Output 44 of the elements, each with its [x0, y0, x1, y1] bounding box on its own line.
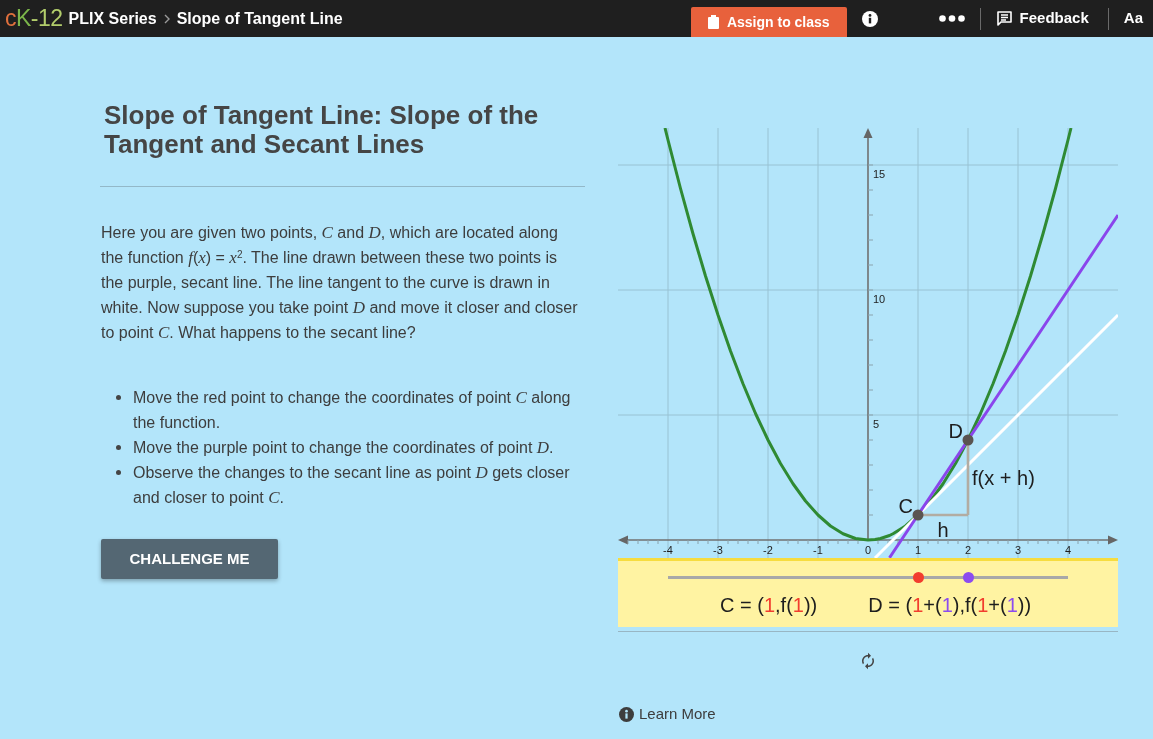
info-icon[interactable]: [861, 10, 878, 27]
slider-thumb[interactable]: [962, 572, 974, 583]
more-icon[interactable]: [938, 15, 965, 22]
info-icon: [619, 706, 634, 722]
bullet-icon: [116, 445, 121, 450]
axis-tick-label: -4: [663, 544, 673, 556]
axis-tick-label: 4: [1064, 544, 1072, 556]
slider-thumb[interactable]: [912, 572, 924, 583]
instruction-text: Observe the changes to the secant line as point D gets closer and closer to point C.: [133, 462, 571, 509]
axis-tick-label: 5: [873, 418, 880, 430]
axis-tick-label: -1: [813, 544, 823, 556]
segment-label: h: [937, 519, 949, 541]
breadcrumb-link[interactable]: PLIX Series: [68, 6, 157, 31]
instruction-text: Move the red point to change the coordinates of point C along the function.: [133, 387, 572, 433]
description-paragraph: Here you are given two points, C and D, which are located along the function f(x) = x$^{2}$. The line drawn between these two points is the purple, secant line. The line tangent to the curve is drawn in white. Now suppose you take point D and move it closer and closer to point C. What happens to the secant line?: [101, 222, 579, 344]
logo[interactable]: cK-12: [5, 7, 63, 30]
breadcrumb-link[interactable]: Slope of Tangent Line: [176, 6, 343, 31]
instruction-text: Move the purple point to change the coordinates of point D.: [133, 437, 555, 459]
comment-icon: [996, 11, 1012, 26]
axis-tick-label: -2: [763, 544, 773, 556]
point-label: C: [898, 495, 913, 517]
axis-tick-label: 1: [914, 544, 922, 556]
bullet-icon: [116, 395, 121, 400]
refresh-icon[interactable]: [859, 652, 877, 670]
text-size-button[interactable]: Aa: [1123, 7, 1143, 30]
challenge-me-button[interactable]: CHALLENGE ME: [101, 539, 278, 579]
lesson-title: Slope of Tangent Line: Slope of the Tangent and Secant Lines: [104, 101, 540, 159]
axis-tick-label: 3: [1014, 544, 1022, 556]
coordinate-formula: D = (1+(1),f(1+(1)): [868, 593, 1032, 617]
point-marker-icon[interactable]: [962, 434, 974, 446]
axis-tick-label: 2: [964, 544, 972, 556]
chevron-right-icon: [163, 13, 170, 24]
point-marker-icon[interactable]: [912, 509, 924, 521]
axis-tick-label: 0: [864, 544, 872, 556]
coordinate-formula: C = (1,f(1)): [720, 593, 818, 617]
clipboard-icon: [707, 15, 719, 29]
axis-tick-label: 15: [873, 168, 886, 180]
axis-tick-label: 10: [873, 293, 886, 305]
learn-more-link[interactable]: Learn More: [619, 704, 716, 724]
point-label: D: [948, 420, 963, 442]
feedback-button[interactable]: Feedback: [996, 7, 1089, 30]
bullet-icon: [116, 470, 121, 475]
segment-label: f(x + h): [972, 466, 1035, 489]
axis-tick-label: -3: [713, 544, 723, 556]
